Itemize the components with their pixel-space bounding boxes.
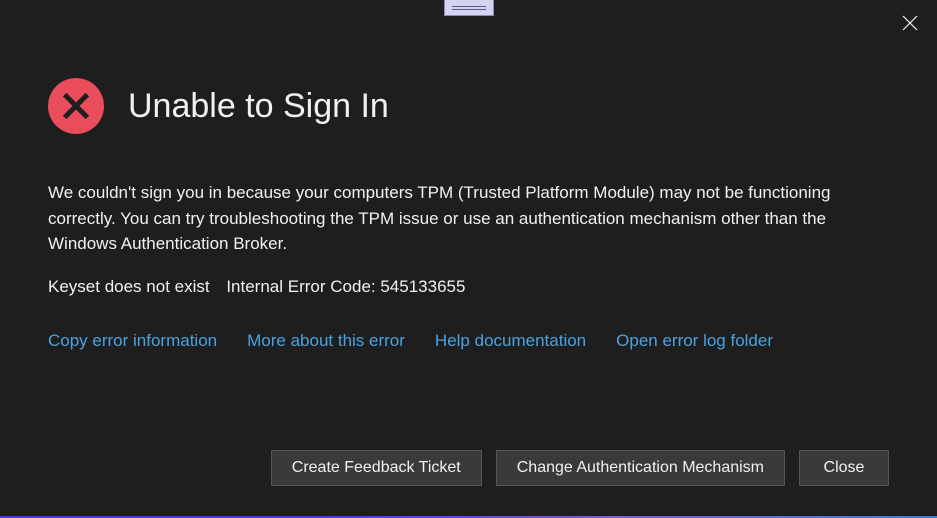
x-icon	[59, 89, 93, 123]
drag-handle-grip	[452, 6, 486, 10]
dialog-body-text: We couldn't sign you in because your com…	[48, 180, 889, 257]
dialog-title: Unable to Sign In	[128, 87, 389, 126]
error-code: Internal Error Code: 545133655	[226, 277, 465, 297]
dialog-header: Unable to Sign In	[48, 78, 889, 134]
links-row: Copy error information More about this e…	[48, 331, 889, 351]
window-drag-handle[interactable]	[444, 0, 494, 16]
create-feedback-button[interactable]: Create Feedback Ticket	[271, 450, 482, 486]
error-icon	[48, 78, 104, 134]
copy-error-link[interactable]: Copy error information	[48, 331, 217, 351]
error-code-line: Keyset does not exist Internal Error Cod…	[48, 277, 889, 297]
open-log-link[interactable]: Open error log folder	[616, 331, 773, 351]
more-about-link[interactable]: More about this error	[247, 331, 405, 351]
close-button[interactable]: Close	[799, 450, 889, 486]
close-dialog-button[interactable]	[901, 14, 919, 32]
change-auth-button[interactable]: Change Authentication Mechanism	[496, 450, 785, 486]
button-row: Create Feedback Ticket Change Authentica…	[271, 450, 889, 486]
error-message: Keyset does not exist	[48, 277, 210, 297]
close-icon	[902, 15, 918, 31]
help-docs-link[interactable]: Help documentation	[435, 331, 586, 351]
